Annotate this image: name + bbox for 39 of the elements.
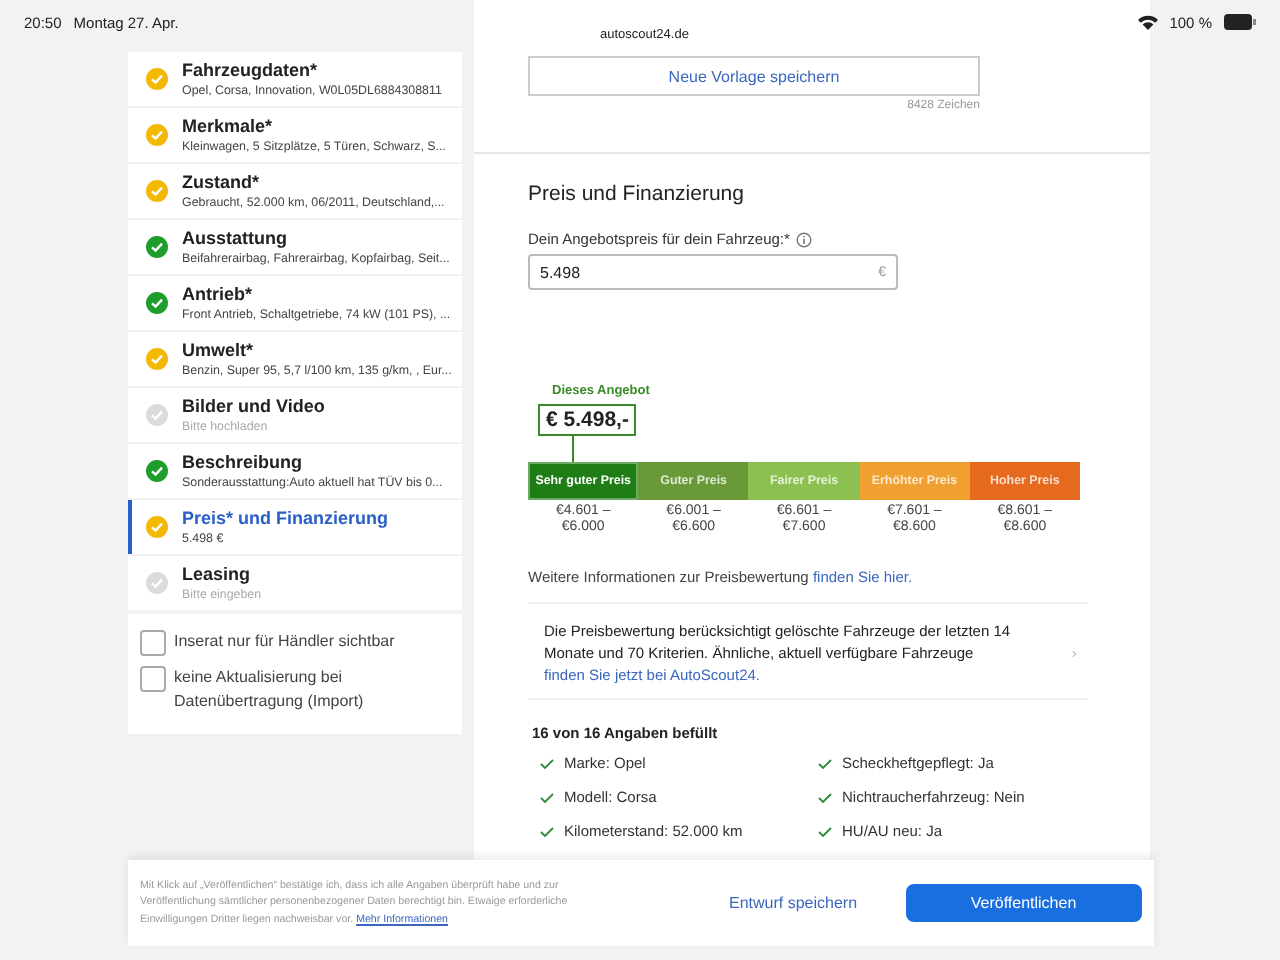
- status-check-icon: [146, 572, 168, 594]
- item-title: Umwelt*: [182, 340, 256, 360]
- item-title: Preis* und Finanzierung: [182, 508, 389, 528]
- save-draft-button[interactable]: Entwurf speichern: [716, 892, 870, 914]
- item-title: Fahrzeugdaten*: [182, 60, 320, 80]
- check-icon: [540, 825, 554, 837]
- status-check-icon: [146, 516, 168, 538]
- status-check-icon: [146, 180, 168, 202]
- checkbox[interactable]: [140, 630, 166, 656]
- checkbox[interactable]: [140, 666, 166, 692]
- check-icon: [818, 757, 832, 769]
- item-title: Ausstattung: [182, 228, 289, 248]
- check-icon: [818, 791, 832, 803]
- item-title: Beschreibung: [182, 452, 305, 472]
- check-icon: [818, 825, 832, 837]
- info-icon[interactable]: [795, 231, 812, 247]
- status-check-icon: [146, 348, 168, 370]
- status-check-icon: [146, 404, 168, 426]
- publish-button[interactable]: Veröffentlichen: [905, 884, 1142, 922]
- item-title: Merkmale*: [182, 116, 275, 136]
- offer-price-badge: € 5.498,-: [538, 404, 637, 436]
- item-title: Antrieb*: [182, 284, 255, 304]
- checkbox-label: keine Aktualisierung bei Datenübertragung (Import): [174, 666, 366, 714]
- wifi-icon: [1137, 14, 1158, 30]
- status-check-icon: [146, 460, 168, 482]
- status-check-icon: [146, 292, 168, 314]
- status-check-icon: [146, 124, 168, 146]
- item-title: Zustand*: [182, 172, 262, 192]
- checkbox-label: Inserat nur für Händler sichtbar: [174, 630, 395, 654]
- section-heading: Preis und Finanzierung: [528, 182, 746, 206]
- save-template-button[interactable]: Neue Vorlage speichern: [528, 56, 980, 96]
- item-title: Leasing: [182, 564, 253, 584]
- chevron-right-icon: [1071, 645, 1076, 661]
- item-title: Bilder und Video: [182, 396, 325, 416]
- battery-icon: [1224, 14, 1256, 30]
- status-check-icon: [146, 236, 168, 258]
- check-icon: [540, 757, 554, 769]
- status-check-icon: [146, 68, 168, 90]
- check-icon: [540, 791, 554, 803]
